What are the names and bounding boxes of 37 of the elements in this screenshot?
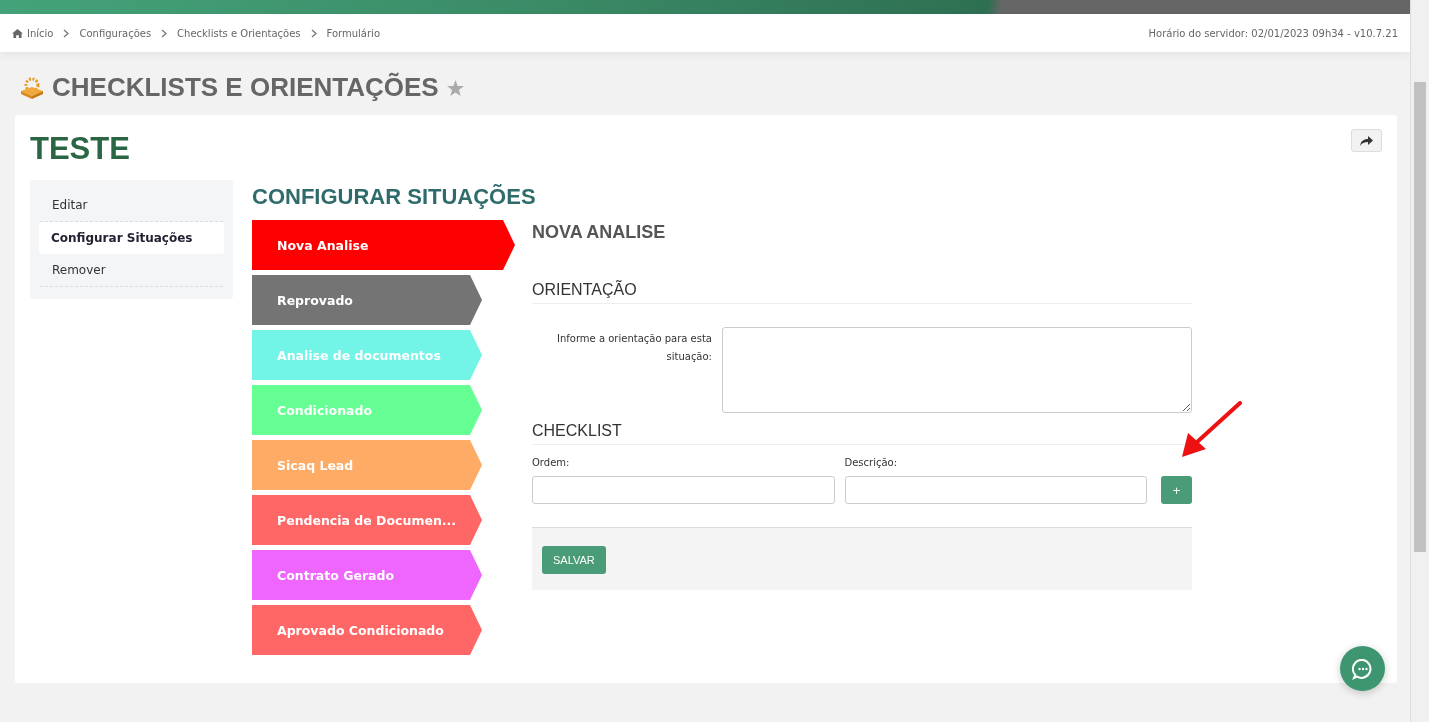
side-menu-item[interactable]: Remover bbox=[40, 255, 223, 287]
chevron-icon bbox=[161, 28, 168, 38]
side-menu-item[interactable]: Configurar Situações bbox=[39, 222, 224, 254]
breadcrumb-link[interactable]: Configurações bbox=[79, 27, 152, 39]
home-icon bbox=[12, 28, 23, 38]
chevron-icon bbox=[310, 28, 317, 38]
record-title: TESTE bbox=[30, 130, 130, 168]
share-icon bbox=[1360, 135, 1373, 146]
field-label: Informe a orientação para esta situação: bbox=[556, 332, 712, 364]
share-button[interactable] bbox=[1351, 129, 1382, 152]
scrollbar[interactable] bbox=[1410, 0, 1429, 722]
situation-tab[interactable]: Aprovado Condicionado bbox=[252, 605, 482, 655]
chevron-icon bbox=[63, 28, 70, 38]
situation-tab[interactable]: Contrato Gerado bbox=[252, 550, 482, 600]
orientation-field[interactable] bbox=[722, 327, 1192, 413]
order-field[interactable] bbox=[532, 476, 835, 504]
detail-title: NOVA ANALISE bbox=[532, 222, 667, 243]
add-button[interactable]: + bbox=[1161, 476, 1192, 504]
page-title: CHECKLISTS E ORIENTAÇÕES bbox=[52, 72, 439, 103]
field-label: Descrição: bbox=[844, 457, 899, 468]
chat-bubble-icon bbox=[1351, 657, 1374, 680]
situation-tab[interactable]: Pendencia de Documen... bbox=[252, 495, 482, 545]
breadcrumb-link[interactable]: Início bbox=[12, 27, 54, 39]
situation-tab[interactable]: Reprovado bbox=[252, 275, 482, 325]
situation-tab[interactable]: Nova Analise bbox=[252, 220, 515, 270]
breadcrumb-link[interactable]: Checklists e Orientações bbox=[177, 27, 301, 39]
section-heading: ORIENTAÇÃO bbox=[532, 281, 1192, 304]
save-button[interactable]: SALVAR bbox=[542, 546, 606, 574]
server-time: Horário do servidor: 02/01/2023 09h34 - v10.7.21 bbox=[1148, 27, 1398, 39]
description-field[interactable] bbox=[844, 476, 1147, 504]
section-title: CONFIGURAR SITUAÇÕES bbox=[252, 184, 537, 210]
arrow-annotation bbox=[1180, 401, 1244, 459]
box-gear-icon bbox=[20, 76, 44, 99]
breadcrumb-link[interactable]: Formulário bbox=[326, 27, 380, 39]
star-icon[interactable] bbox=[446, 79, 464, 96]
section-heading: CHECKLIST bbox=[532, 422, 1192, 445]
field-label: Ordem: bbox=[532, 457, 571, 468]
